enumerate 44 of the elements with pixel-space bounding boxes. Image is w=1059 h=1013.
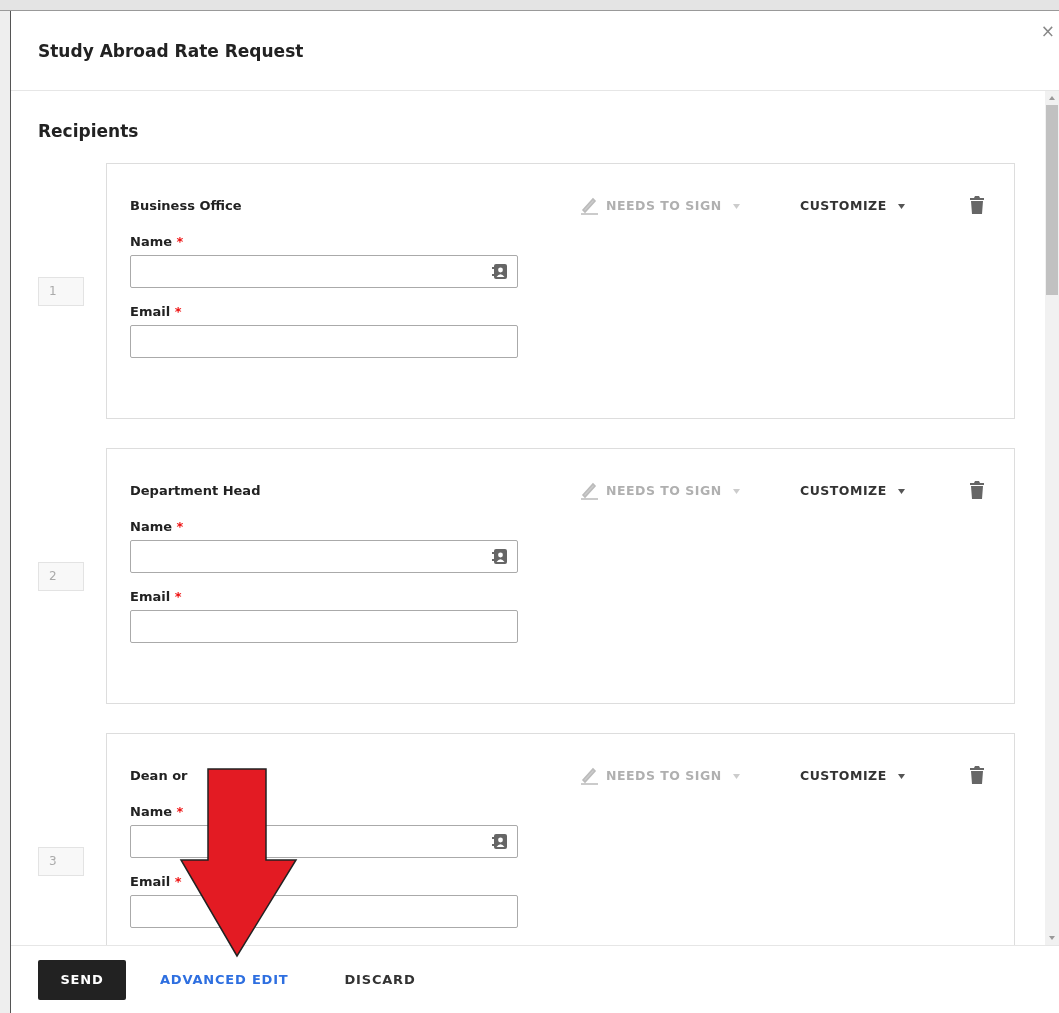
caret-icon [732,203,740,209]
scrollbar-thumb[interactable] [1046,105,1058,295]
field-label: Email * [130,589,183,604]
trash-icon[interactable] [970,766,984,784]
order-field[interactable]: 3 [38,846,84,876]
caret-icon [732,488,740,494]
customize-dropdown[interactable]: CUSTOMIZE [800,482,970,498]
scroll-down-icon[interactable] [1049,936,1055,940]
scrollbar[interactable] [1045,91,1059,945]
pencil-icon [580,195,600,215]
customize-dropdown[interactable]: CUSTOMIZE [800,767,970,783]
contact-book-icon[interactable] [492,834,507,849]
input-field[interactable] [130,255,518,288]
input-field[interactable] [130,540,518,573]
caret-icon [732,773,740,779]
advanced-edit-link[interactable]: ADVANCED EDIT [160,972,289,987]
trash-icon[interactable] [970,196,984,214]
section-title: Recipients [38,121,140,141]
field-label: Email * [130,874,183,889]
send-button[interactable]: SEND [38,959,126,1000]
recipient-role: Department Head [130,482,261,498]
caret-icon [897,773,905,779]
field-label: Name * [130,519,185,534]
discard-button[interactable]: DISCARD [344,972,416,987]
pencil-icon [580,480,600,500]
recipient-role: Business Office [130,197,242,213]
field-label: Name * [130,804,185,819]
caret-icon [897,203,905,209]
contact-book-icon[interactable] [492,264,507,279]
caret-icon [897,488,905,494]
input-field[interactable] [130,325,518,358]
order-field[interactable]: 1 [38,276,84,306]
order-field[interactable]: 2 [38,561,84,591]
field-label: Email * [130,304,183,319]
trash-icon[interactable] [970,481,984,499]
customize-dropdown[interactable]: CUSTOMIZE [800,197,970,213]
scroll-up-icon[interactable] [1049,96,1055,100]
pencil-icon [580,765,600,785]
contact-book-icon[interactable] [492,549,507,564]
field-label: Name * [130,234,185,249]
input-field[interactable] [130,610,518,643]
dialog-title: Study Abroad Rate Request [38,40,304,61]
recipient-role: Dean or [130,767,188,783]
close-button[interactable]: × [1038,21,1057,41]
